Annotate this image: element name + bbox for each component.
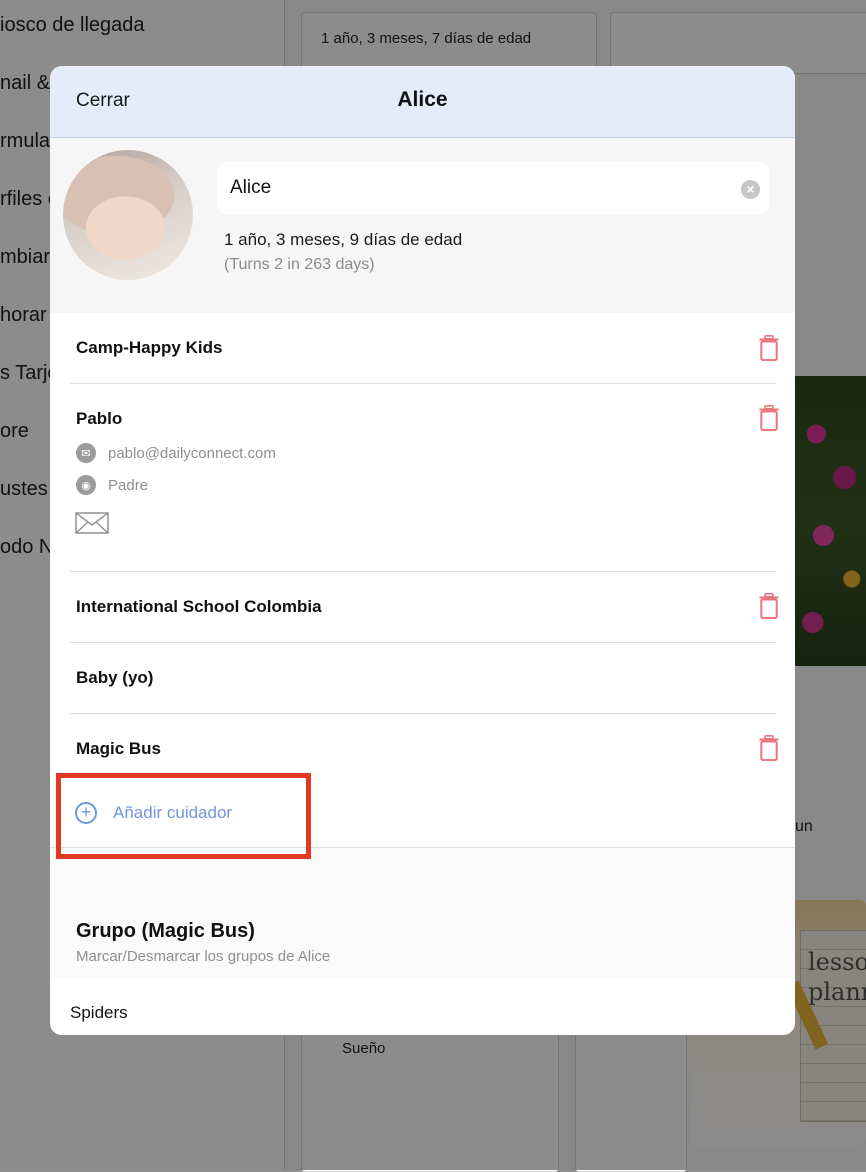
group-title: Grupo (Magic Bus) [76, 920, 255, 942]
avatar[interactable] [63, 150, 193, 280]
people-icon: ◉ [76, 475, 96, 495]
caregiver-relation: Padre [108, 476, 149, 494]
child-name-input[interactable] [217, 162, 769, 214]
add-caregiver-label: Añadir cuidador [113, 803, 233, 822]
caregiver-name: Camp-Happy Kids [76, 338, 223, 357]
group-item-label: Spiders [70, 1003, 128, 1022]
add-caregiver-row: + Añadir cuidador [50, 783, 795, 848]
age-text: 1 año, 3 meses, 9 días de edad [224, 230, 463, 249]
trash-icon[interactable] [759, 335, 779, 361]
modal-title: Alice [397, 88, 448, 111]
plus-circle-icon: + [75, 802, 97, 824]
trash-icon[interactable] [759, 593, 779, 619]
clear-text-icon[interactable]: × [741, 180, 760, 199]
caregiver-row[interactable]: Pablo ✉ pablo@dailyconnect.com ◉ Padre [50, 384, 795, 572]
caregiver-row[interactable]: Magic Bus [50, 714, 795, 784]
caregiver-email-row: ✉ pablo@dailyconnect.com [76, 443, 276, 463]
add-caregiver-button[interactable]: + Añadir cuidador [75, 802, 232, 824]
caregiver-row[interactable]: International School Colombia [50, 572, 795, 643]
trash-icon[interactable] [759, 735, 779, 761]
trash-icon[interactable] [759, 405, 779, 431]
group-item[interactable]: Spiders [50, 979, 795, 1035]
email-icon: ✉ [76, 443, 96, 463]
modal-header: Cerrar Alice [50, 66, 795, 138]
profile-section: × 1 año, 3 meses, 9 días de edad (Turns … [50, 138, 795, 313]
turns-text: (Turns 2 in 263 days) [224, 256, 375, 273]
group-subtitle: Marcar/Desmarcar los grupos de Alice [76, 948, 331, 965]
caregiver-relation-row: ◉ Padre [76, 475, 148, 495]
caregiver-email: pablo@dailyconnect.com [108, 444, 276, 462]
caregiver-name: Pablo [76, 409, 123, 428]
caregiver-name: International School Colombia [76, 597, 322, 616]
caregiver-row[interactable]: Camp-Happy Kids [50, 313, 795, 384]
child-profile-modal: Cerrar Alice × 1 año, 3 meses, 9 días de… [50, 66, 795, 1035]
caregiver-name: Baby (yo) [76, 668, 154, 687]
caregiver-name: Magic Bus [76, 739, 162, 758]
envelope-icon[interactable] [75, 512, 109, 534]
caregiver-row[interactable]: Baby (yo) [50, 643, 795, 714]
caregiver-list: Camp-Happy Kids Pablo ✉ pablo@dailyconne… [50, 313, 795, 784]
